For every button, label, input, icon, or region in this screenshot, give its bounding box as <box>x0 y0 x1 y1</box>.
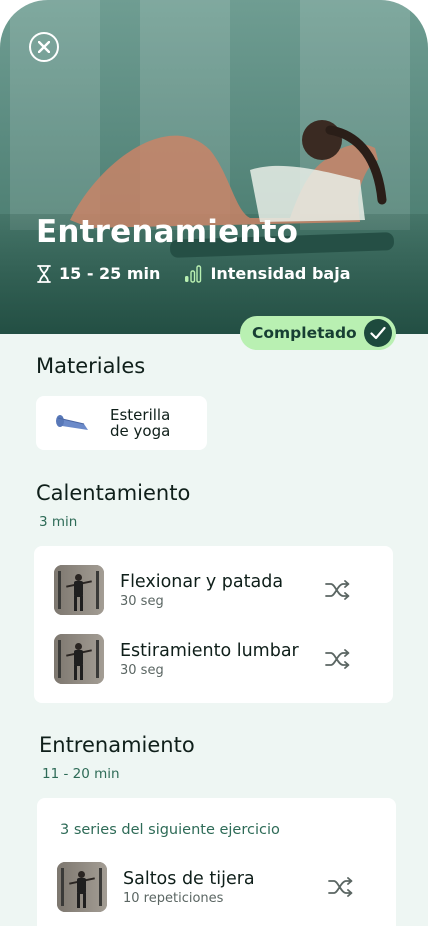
workout-meta: 15 - 25 min Intensidad baja <box>37 264 374 283</box>
hero-image: Entrenamiento 15 - 25 min Intensidad baj… <box>0 0 428 334</box>
shuffle-icon[interactable] <box>328 876 354 898</box>
exercise-thumbnail <box>57 862 107 912</box>
warmup-title: Calentamiento <box>36 481 191 505</box>
material-item-yoga-mat: Esterilla de yoga <box>36 396 207 450</box>
exercise-thumbnail <box>54 634 104 684</box>
exercise-detail: 10 repeticiones <box>123 890 224 906</box>
warmup-card: Flexionar y patada 30 seg Estiramiento l… <box>34 546 393 703</box>
close-icon <box>38 41 50 53</box>
exercise-detail: 30 seg <box>120 662 164 678</box>
shuffle-icon[interactable] <box>325 648 351 670</box>
status-badge-label: Completado <box>252 324 357 342</box>
workout-title: Entrenamiento <box>39 733 195 757</box>
hourglass-icon <box>37 264 51 283</box>
exercise-name: Saltos de tijera <box>123 868 255 889</box>
list-item[interactable]: Estiramiento lumbar 30 seg <box>54 634 299 684</box>
yoga-mat-icon <box>56 415 88 430</box>
duration-info: 15 - 25 min <box>37 264 160 283</box>
material-label: Esterilla de yoga <box>110 406 171 440</box>
status-badge: Completado <box>240 316 396 350</box>
materials-title: Materiales <box>36 354 146 378</box>
exercise-name: Flexionar y patada <box>120 571 284 592</box>
series-label: 3 series del siguiente ejercicio <box>60 822 280 838</box>
list-item[interactable]: Saltos de tijera 10 repeticiones <box>57 862 255 912</box>
workout-duration: 11 - 20 min <box>42 766 120 782</box>
intensity-text: Intensidad baja <box>210 264 351 283</box>
intensity-bars-icon <box>185 264 202 283</box>
warmup-duration: 3 min <box>39 514 78 530</box>
checkmark-icon <box>370 326 386 340</box>
exercise-detail: 30 seg <box>120 593 164 609</box>
list-item[interactable]: Flexionar y patada 30 seg <box>54 565 283 615</box>
workout-card: 3 series del siguiente ejercicio Saltos … <box>37 798 396 926</box>
page-title: Entrenamiento <box>36 214 299 250</box>
shuffle-icon[interactable] <box>325 579 351 601</box>
workout-detail-screen: Entrenamiento 15 - 25 min Intensidad baj… <box>0 0 428 926</box>
intensity-info: Intensidad baja <box>184 264 350 283</box>
exercise-thumbnail <box>54 565 104 615</box>
close-button[interactable] <box>29 32 59 62</box>
exercise-name: Estiramiento lumbar <box>120 640 299 661</box>
duration-text: 15 - 25 min <box>59 264 161 283</box>
check-circle-icon <box>364 319 392 347</box>
